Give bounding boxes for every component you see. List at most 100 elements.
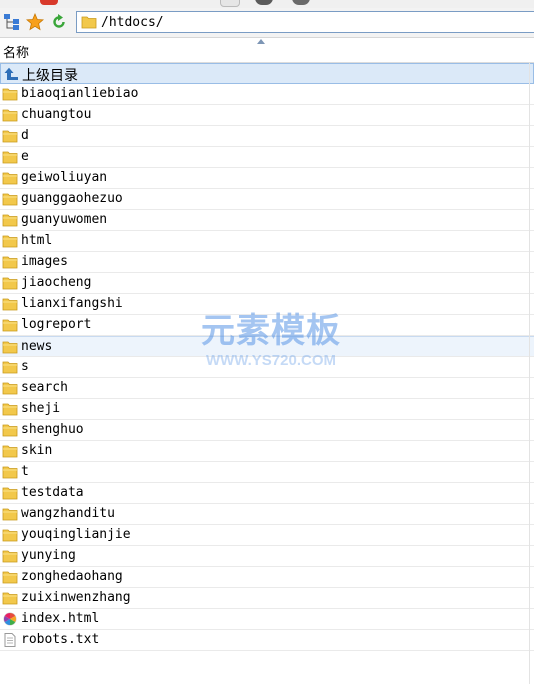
folder-row[interactable]: e xyxy=(0,147,534,168)
folder-icon xyxy=(2,151,18,164)
folder-icon xyxy=(2,109,18,122)
entry-name: index.html xyxy=(21,611,100,626)
entry-name: robots.txt xyxy=(21,632,100,647)
folder-icon xyxy=(2,277,18,290)
column-header: 名称 xyxy=(0,38,534,63)
folder-icon xyxy=(2,319,18,332)
entry-name: html xyxy=(21,233,53,248)
file-row[interactable]: index.html xyxy=(0,609,534,630)
folder-icon xyxy=(2,466,18,479)
folder-row[interactable]: skin xyxy=(0,441,534,462)
folder-icon xyxy=(2,235,18,248)
file-list: 上级目录 biaoqianliebiao chuangtou d e geiwoliuy… xyxy=(0,63,534,651)
entry-name: testdata xyxy=(21,485,84,500)
entry-name: geiwoliuyan xyxy=(21,170,108,185)
folder-icon xyxy=(2,193,18,206)
entry-name: images xyxy=(21,254,68,269)
sort-ascending-icon xyxy=(257,39,265,44)
toolbar-red-icon[interactable] xyxy=(40,0,58,5)
refresh-icon[interactable] xyxy=(49,12,69,32)
entry-name: skin xyxy=(21,443,53,458)
folder-icon xyxy=(2,214,18,227)
folder-row[interactable]: news xyxy=(0,336,534,357)
entry-name: chuangtou xyxy=(21,107,92,122)
toolbar-circle-icon-2[interactable] xyxy=(292,0,310,5)
folder-row[interactable]: guanyuwomen xyxy=(0,210,534,231)
text-file-icon xyxy=(4,633,16,647)
top-toolbar-strip xyxy=(0,0,534,8)
file-row[interactable]: robots.txt xyxy=(0,630,534,651)
folder-icon xyxy=(2,88,18,101)
folder-icon xyxy=(2,571,18,584)
folder-row[interactable]: geiwoliuyan xyxy=(0,168,534,189)
folder-row[interactable]: t xyxy=(0,462,534,483)
folder-row[interactable]: html xyxy=(0,231,534,252)
entry-name: zonghedaohang xyxy=(21,569,123,584)
address-toolbar xyxy=(0,8,534,38)
folder-icon xyxy=(2,592,18,605)
folder-icon xyxy=(2,550,18,563)
favorite-star-icon[interactable] xyxy=(25,12,45,32)
folder-row[interactable]: images xyxy=(0,252,534,273)
folder-row[interactable]: wangzhanditu xyxy=(0,504,534,525)
folder-row[interactable]: shenghuo xyxy=(0,420,534,441)
folder-icon xyxy=(81,16,97,29)
entry-name: lianxifangshi xyxy=(21,296,123,311)
folder-icon xyxy=(2,445,18,458)
folder-row[interactable]: jiaocheng xyxy=(0,273,534,294)
folder-icon xyxy=(2,403,18,416)
entry-name: d xyxy=(21,128,29,143)
folder-row[interactable]: chuangtou xyxy=(0,105,534,126)
folder-icon xyxy=(2,382,18,395)
entry-name: zuixinwenzhang xyxy=(21,590,131,605)
folder-row[interactable]: biaoqianliebiao xyxy=(0,84,534,105)
entry-name: e xyxy=(21,149,29,164)
folder-row[interactable]: sheji xyxy=(0,399,534,420)
folder-icon xyxy=(2,508,18,521)
entry-name: logreport xyxy=(21,317,92,332)
folder-row[interactable]: search xyxy=(0,378,534,399)
parent-directory-label: 上级目录 xyxy=(22,68,78,84)
folder-icon xyxy=(2,529,18,542)
folder-icon xyxy=(2,298,18,311)
folder-row[interactable]: zonghedaohang xyxy=(0,567,534,588)
entry-name: search xyxy=(21,380,68,395)
path-field xyxy=(76,11,534,33)
entry-name: s xyxy=(21,359,29,374)
folder-icon xyxy=(2,361,18,374)
entry-name: wangzhanditu xyxy=(21,506,115,521)
parent-directory-row[interactable]: 上级目录 xyxy=(0,63,534,84)
folder-icon xyxy=(2,172,18,185)
folder-row[interactable]: s xyxy=(0,357,534,378)
entry-name: t xyxy=(21,464,29,479)
entry-name: youqinglianjie xyxy=(21,527,131,542)
entry-name: yunying xyxy=(21,548,76,563)
entry-name: guanggaohezuo xyxy=(21,191,123,206)
entry-name: news xyxy=(21,339,53,354)
folder-row[interactable]: d xyxy=(0,126,534,147)
folder-row[interactable]: logreport xyxy=(0,315,534,336)
folder-row[interactable]: lianxifangshi xyxy=(0,294,534,315)
folder-row[interactable]: guanggaohezuo xyxy=(0,189,534,210)
entry-name: guanyuwomen xyxy=(21,212,108,227)
folder-icon xyxy=(2,256,18,269)
folder-row[interactable]: testdata xyxy=(0,483,534,504)
folder-row[interactable]: yunying xyxy=(0,546,534,567)
folder-icon xyxy=(2,487,18,500)
folder-icon xyxy=(2,424,18,437)
toolbar-doc-icon[interactable] xyxy=(220,0,240,7)
folder-row[interactable]: youqinglianjie xyxy=(0,525,534,546)
html-file-icon xyxy=(3,612,17,626)
column-divider xyxy=(529,63,530,684)
folder-row[interactable]: zuixinwenzhang xyxy=(0,588,534,609)
entry-name: shenghuo xyxy=(21,422,84,437)
entry-name: jiaocheng xyxy=(21,275,92,290)
path-input[interactable] xyxy=(97,14,521,30)
name-column-header[interactable]: 名称 xyxy=(3,42,29,61)
entry-name: biaoqianliebiao xyxy=(21,86,139,101)
entry-name: sheji xyxy=(21,401,61,416)
toolbar-circle-icon[interactable] xyxy=(255,0,273,5)
folder-icon xyxy=(2,130,18,143)
folder-tree-icon[interactable] xyxy=(2,12,22,32)
folder-icon xyxy=(2,341,18,354)
